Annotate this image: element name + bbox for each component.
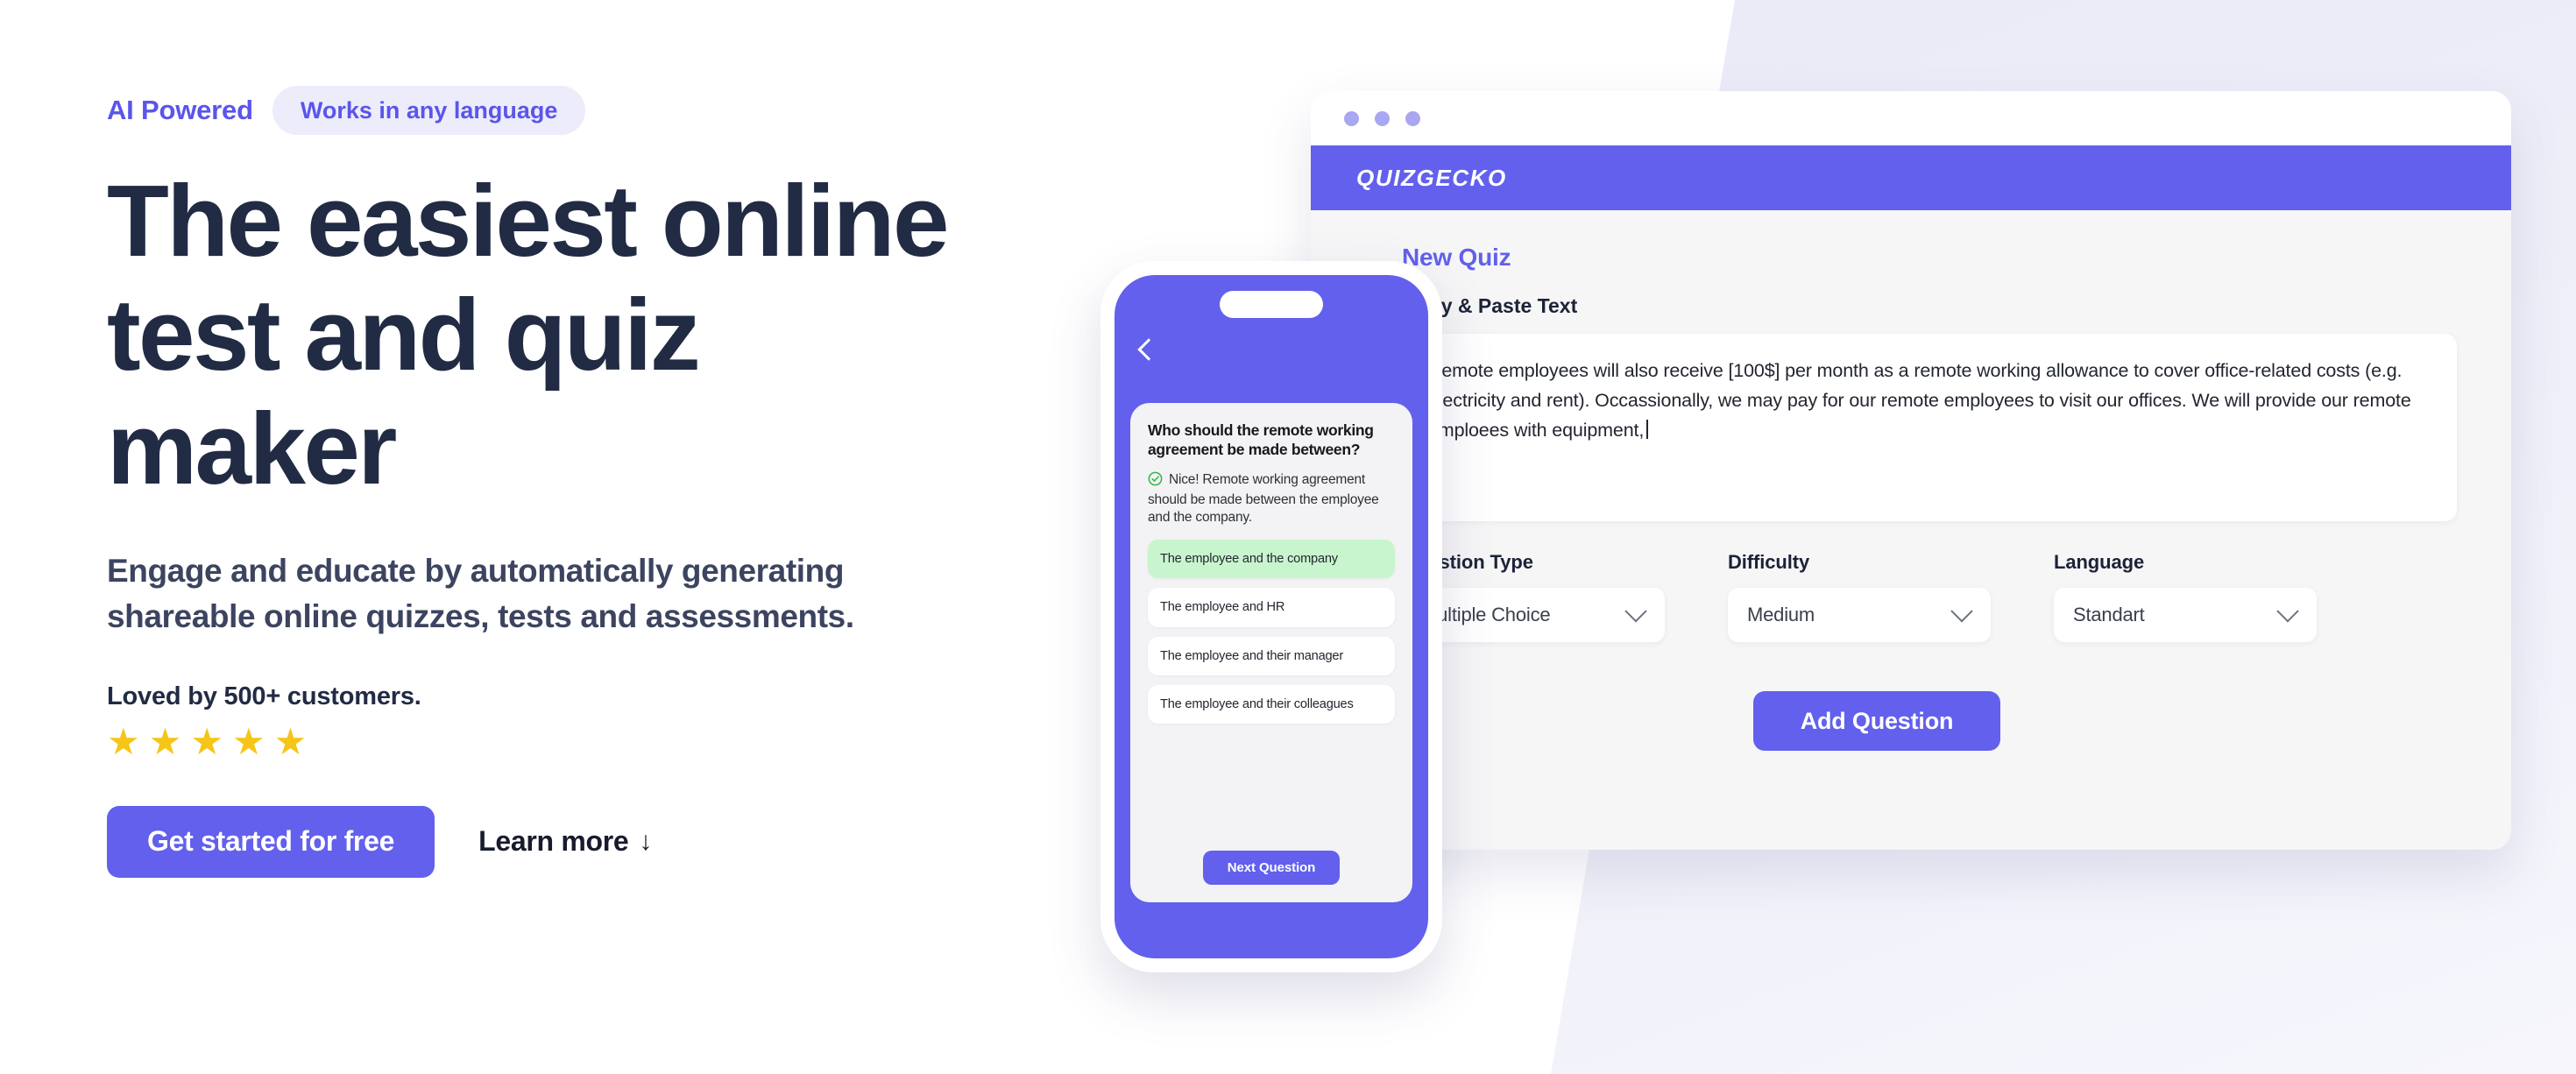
app-navbar: QUIZGECKO — [1311, 145, 2511, 210]
phone-screen: Who should the remote working agreement … — [1115, 275, 1428, 958]
eyebrow-label: AI Powered — [107, 95, 253, 125]
panel-title: New Quiz — [1402, 244, 1511, 271]
next-question-row: Next Question — [1148, 851, 1395, 888]
answer-option[interactable]: The employee and their manager — [1148, 636, 1395, 675]
phone-mockup: Who should the remote working agreement … — [1100, 261, 1442, 972]
star-icon: ★ — [148, 720, 182, 762]
chevron-down-icon — [1950, 600, 1973, 623]
language-select[interactable]: Standart — [2054, 588, 2317, 642]
language-value: Standart — [2073, 604, 2145, 625]
language-group: Language Standart — [2054, 551, 2317, 642]
quiz-card: Who should the remote working agreement … — [1130, 403, 1412, 902]
browser-window-mockup: QUIZGECKO New Quiz Copy & Paste Text Rem… — [1311, 91, 2511, 850]
difficulty-label: Difficulty — [1728, 551, 1810, 573]
traffic-light-minimize-icon[interactable] — [1375, 110, 1390, 126]
learn-more-link[interactable]: Learn more ↓ — [478, 825, 652, 858]
answer-list: The employee and the company The employee… — [1148, 540, 1395, 724]
get-started-button[interactable]: Get started for free — [107, 805, 435, 878]
answer-option[interactable]: The employee and their colleagues — [1148, 684, 1395, 724]
star-icon: ★ — [190, 720, 223, 762]
language-badge: Works in any language — [272, 86, 586, 135]
chevron-down-icon — [2276, 600, 2299, 623]
hero-section: AI Powered Works in any language The eas… — [0, 0, 2576, 1074]
browser-titlebar — [1311, 91, 2511, 145]
difficulty-group: Difficulty Medium — [1728, 551, 1991, 642]
learn-more-label: Learn more — [478, 825, 629, 858]
check-circle-icon — [1148, 471, 1163, 491]
quiz-feedback: Nice! Remote working agreement should be… — [1148, 471, 1395, 526]
eyebrow-row: AI Powered Works in any language — [107, 84, 1036, 137]
answer-option[interactable]: The employee and HR — [1148, 588, 1395, 627]
quiz-question-text: Who should the remote working agreement … — [1148, 421, 1374, 459]
answer-option[interactable]: The employee and the company — [1148, 540, 1395, 579]
page-title: The easiest online test and quiz maker — [107, 164, 949, 505]
hero-copy-column: AI Powered Works in any language The eas… — [107, 84, 1036, 878]
social-proof-text: Loved by 500+ customers. — [107, 682, 421, 710]
star-icon: ★ — [273, 720, 308, 762]
quiz-feedback-text: Nice! Remote working agreement should be… — [1148, 471, 1379, 526]
arrow-down-icon: ↓ — [639, 826, 653, 856]
chevron-down-icon — [1624, 600, 1647, 623]
text-cursor — [1646, 419, 1649, 439]
star-icon: ★ — [107, 720, 140, 762]
star-icon: ★ — [231, 720, 265, 762]
traffic-light-close-icon[interactable] — [1344, 110, 1359, 126]
hero-subtitle: Engage and educate by automatically gene… — [107, 552, 854, 635]
language-label: Language — [2054, 551, 2145, 573]
phone-notch — [1220, 291, 1323, 318]
back-chevron-icon[interactable] — [1136, 338, 1158, 361]
traffic-light-maximize-icon[interactable] — [1405, 110, 1420, 126]
next-question-button[interactable]: Next Question — [1202, 851, 1341, 885]
paste-text-value: Remote employees will also receive [100$… — [1428, 360, 2411, 441]
rating-stars: ★ ★ ★ ★ ★ — [107, 720, 1036, 762]
add-question-button[interactable]: Add Question — [1752, 691, 2001, 751]
paste-text-area[interactable]: Remote employees will also receive [100$… — [1402, 334, 2457, 521]
add-question-row: Add Question — [1402, 691, 2457, 751]
paste-text-label: Copy & Paste Text — [1402, 294, 1578, 317]
difficulty-select[interactable]: Medium — [1728, 588, 1991, 642]
difficulty-value: Medium — [1747, 604, 1815, 625]
quiz-options-row: Question Type Multiple Choice Difficulty… — [1402, 551, 2457, 642]
cta-row: Get started for free Learn more ↓ — [107, 805, 1036, 878]
brand-logo[interactable]: QUIZGECKO — [1356, 165, 1507, 192]
app-content: New Quiz Copy & Paste Text Remote employ… — [1311, 210, 2511, 850]
